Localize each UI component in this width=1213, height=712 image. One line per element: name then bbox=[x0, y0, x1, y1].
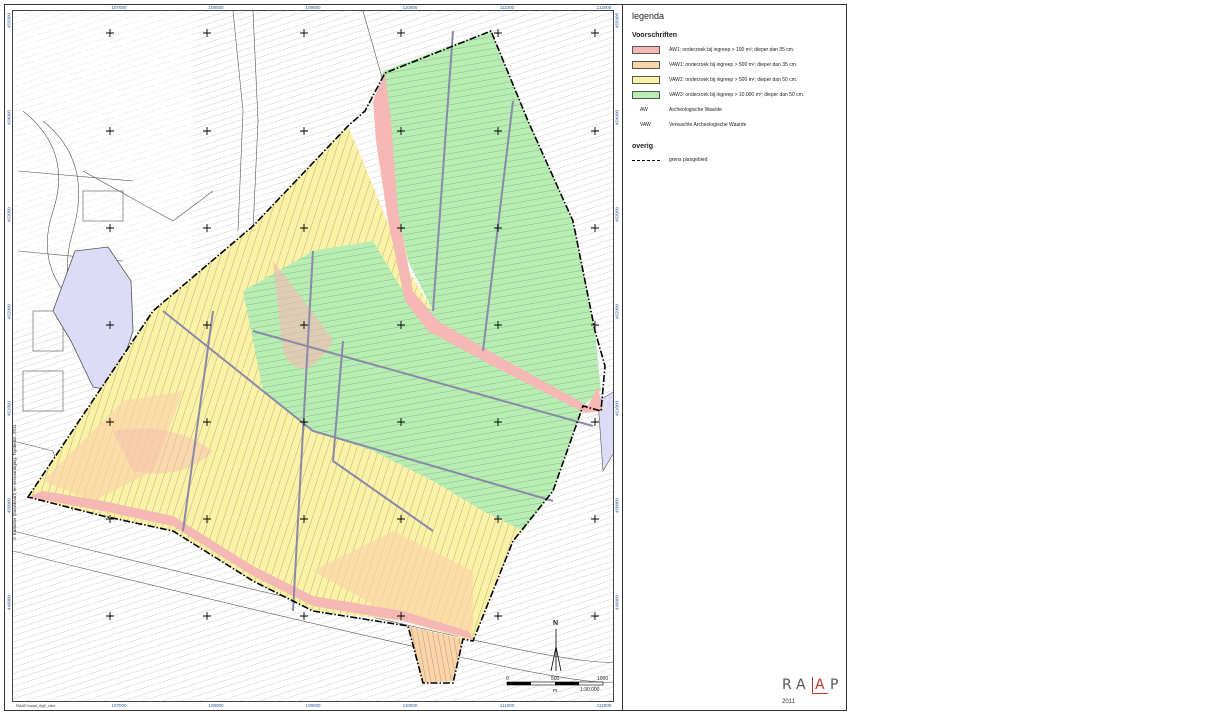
legend-abbr-vaw-meaning: Verwachte Archeologische Waarde bbox=[669, 122, 747, 128]
coord-x-bottom: 108000 bbox=[208, 703, 224, 708]
legend-item-aw1: AW1: onderzoek bij ingreep > 100 m²; die… bbox=[632, 46, 842, 56]
scale-bar bbox=[506, 681, 604, 686]
coord-y-left: 451000 bbox=[6, 400, 12, 417]
legend-swatch-aw1 bbox=[632, 46, 660, 54]
coord-x-top: 107000 bbox=[111, 5, 127, 10]
legend-boundary-line bbox=[632, 160, 660, 161]
legend-voorschriften-heading: Voorschriften bbox=[632, 32, 677, 39]
legend-abbr-aw-code: AW bbox=[640, 107, 648, 113]
legend-panel: legenda Voorschriften AW1: onderzoek bij… bbox=[622, 4, 847, 711]
coord-x-bottom: 111000 bbox=[499, 703, 515, 708]
legend-swatch-vaw3 bbox=[632, 91, 660, 99]
coord-y-right: 453000 bbox=[614, 206, 620, 223]
legend-abbr-vaw-code: VAW bbox=[640, 122, 651, 128]
scale-tick-500: 500 bbox=[551, 676, 560, 682]
north-label: N bbox=[553, 620, 559, 627]
map-canvas bbox=[13, 11, 613, 701]
coord-x-bottom: 110000 bbox=[402, 703, 418, 708]
legend-label-aw1: AW1: onderzoek bij ingreep > 100 m²; die… bbox=[669, 47, 795, 53]
logo-letter: P bbox=[830, 677, 840, 693]
logo-letter: A bbox=[812, 677, 828, 694]
logo-year: 2011 bbox=[782, 699, 795, 705]
scale-tick-0: 0 bbox=[506, 676, 509, 682]
legend-label-vaw3: VAW3: onderzoek bij ingreep > 10.000 m²;… bbox=[669, 92, 805, 98]
scale-tick-1000: 1000 bbox=[597, 676, 609, 682]
coord-x-top: 108000 bbox=[208, 5, 224, 10]
legend-swatch-vaw1 bbox=[632, 61, 660, 69]
logo-letter: R bbox=[782, 677, 793, 693]
legend-item-vaw1: VAW1: onderzoek bij ingreep > 500 m²; di… bbox=[632, 61, 842, 71]
legend-title: legenda bbox=[632, 11, 665, 21]
legend-item-vaw3: VAW3: onderzoek bij ingreep > 10.000 m²;… bbox=[632, 91, 842, 101]
coord-y-right: 450000 bbox=[614, 497, 620, 514]
map-frame bbox=[12, 10, 614, 702]
coord-y-right: 451000 bbox=[614, 400, 620, 417]
legend-item-vaw2: VAW2: onderzoek bij ingreep > 500 m²; di… bbox=[632, 76, 842, 86]
raap-logo: R A A P 2011 bbox=[782, 677, 842, 707]
coord-y-left: 455000 bbox=[6, 12, 12, 29]
logo-letter: A bbox=[796, 677, 807, 693]
legend-label-boundary: grens plangebied bbox=[669, 157, 708, 163]
legend-label-vaw2: VAW2: onderzoek bij ingreep > 500 m²; di… bbox=[669, 77, 798, 83]
coord-y-left: 449000 bbox=[6, 594, 12, 611]
coord-x-top: 111000 bbox=[499, 5, 515, 10]
file-id: RAAP-kaart_fig9_vdw bbox=[16, 703, 56, 708]
legend-label-vaw1: VAW1: onderzoek bij ingreep > 500 m²; di… bbox=[669, 62, 798, 68]
coord-x-top: 110000 bbox=[402, 5, 418, 10]
coord-y-left: 454000 bbox=[6, 109, 12, 126]
coord-x-bottom: 107000 bbox=[111, 703, 127, 708]
coord-y-left: 453000 bbox=[6, 206, 12, 223]
legend-overig-heading: overig bbox=[632, 143, 654, 150]
legend-abbr-vaw: VAW Verwachte Archeologische Waarde bbox=[632, 121, 842, 131]
legend-swatch-vaw2 bbox=[632, 76, 660, 84]
coord-y-right: 449000 bbox=[614, 594, 620, 611]
coord-y-right: 452000 bbox=[614, 303, 620, 320]
coord-x-top: 109000 bbox=[305, 5, 321, 10]
coord-y-right: 455000 bbox=[614, 12, 620, 29]
coord-y-right: 454000 bbox=[614, 109, 620, 126]
copyright-text: © Kadaster (basiskaart) en vervaardiging… bbox=[12, 424, 17, 540]
legend-abbr-aw-meaning: Archeologische Waarde bbox=[669, 107, 722, 113]
coord-x-bottom: 109000 bbox=[305, 703, 321, 708]
scale-unit: m bbox=[553, 688, 558, 694]
coord-y-left: 450000 bbox=[6, 497, 12, 514]
coord-y-left: 452000 bbox=[6, 303, 12, 320]
coord-x-bottom: 112000 bbox=[596, 703, 612, 708]
scale-ratio: 1:30.000 bbox=[580, 687, 600, 693]
legend-item-boundary: grens plangebied bbox=[632, 156, 842, 166]
legend-abbr-aw: AW Archeologische Waarde bbox=[632, 106, 842, 116]
